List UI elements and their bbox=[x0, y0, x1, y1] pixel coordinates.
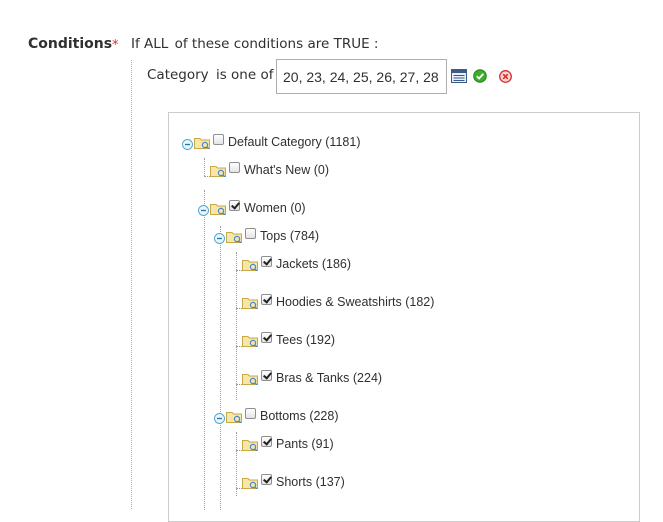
tree-node-label[interactable]: Bras & Tanks (224) bbox=[276, 371, 382, 385]
tree-line bbox=[236, 252, 237, 400]
folder-icon bbox=[226, 232, 242, 243]
folder-icon bbox=[242, 478, 258, 489]
collapse-toggle-icon[interactable] bbox=[214, 413, 225, 424]
tree-checkbox[interactable] bbox=[261, 474, 272, 485]
folder-icon bbox=[210, 166, 226, 177]
tree-node-label[interactable]: Default Category (1181) bbox=[228, 135, 360, 149]
tree-node-label[interactable]: Tops (784) bbox=[260, 229, 319, 243]
conditions-label: Conditions bbox=[28, 36, 113, 52]
tree-line bbox=[220, 226, 221, 510]
tree-line bbox=[236, 432, 237, 496]
condition-trail: : bbox=[373, 36, 379, 52]
collapse-toggle-icon[interactable] bbox=[214, 233, 225, 244]
folder-icon bbox=[242, 298, 258, 309]
condition-sentence: If ALL of these conditions are TRUE : bbox=[131, 36, 378, 52]
tree-checkbox[interactable] bbox=[229, 162, 240, 173]
category-value-input[interactable]: 20, 23, 24, 25, 26, 27, 28 bbox=[276, 59, 447, 94]
tree-checkbox[interactable] bbox=[261, 436, 272, 447]
conditions-guide-line bbox=[131, 60, 132, 509]
collapse-toggle-icon[interactable] bbox=[198, 205, 209, 216]
folder-icon bbox=[210, 204, 226, 215]
folder-icon bbox=[226, 412, 242, 423]
tree-node-label[interactable]: Tees (192) bbox=[276, 333, 335, 347]
condition-lead: If bbox=[131, 36, 140, 52]
folder-icon bbox=[242, 374, 258, 385]
tree-checkbox[interactable] bbox=[213, 134, 224, 145]
aggregator-select[interactable]: ALL bbox=[144, 36, 168, 52]
tree-node-label[interactable]: What's New (0) bbox=[244, 163, 329, 177]
tree-checkbox[interactable] bbox=[245, 408, 256, 419]
tree-checkbox[interactable] bbox=[261, 370, 272, 381]
tree-node-label[interactable]: Hoodies & Sweatshirts (182) bbox=[276, 295, 434, 309]
tree-checkbox[interactable] bbox=[261, 256, 272, 267]
tree-node-label[interactable]: Shorts (137) bbox=[276, 475, 345, 489]
folder-icon bbox=[194, 138, 210, 149]
tree-node-label[interactable]: Jackets (186) bbox=[276, 257, 351, 271]
rule-attribute[interactable]: Category bbox=[147, 67, 209, 83]
rule-operator[interactable]: is one of bbox=[216, 67, 274, 83]
tree-node-label[interactable]: Pants (91) bbox=[276, 437, 334, 451]
apply-check-icon[interactable] bbox=[473, 69, 487, 83]
required-mark: * bbox=[112, 38, 119, 53]
tree-checkbox[interactable] bbox=[261, 294, 272, 305]
remove-x-icon[interactable] bbox=[499, 70, 512, 83]
tree-checkbox[interactable] bbox=[261, 332, 272, 343]
folder-icon bbox=[242, 336, 258, 347]
category-tree-panel bbox=[168, 112, 640, 522]
tree-line bbox=[204, 190, 205, 510]
condition-middle: of these conditions are bbox=[174, 36, 330, 52]
value-select[interactable]: TRUE bbox=[334, 36, 370, 52]
chooser-icon[interactable] bbox=[451, 69, 467, 83]
rule-sentence: Category is one of bbox=[147, 67, 273, 83]
folder-icon bbox=[242, 260, 258, 271]
tree-line bbox=[204, 158, 205, 176]
tree-checkbox[interactable] bbox=[245, 228, 256, 239]
folder-icon bbox=[242, 440, 258, 451]
collapse-toggle-icon[interactable] bbox=[182, 139, 193, 150]
tree-checkbox[interactable] bbox=[229, 200, 240, 211]
tree-node-label[interactable]: Women (0) bbox=[244, 201, 306, 215]
tree-node-label[interactable]: Bottoms (228) bbox=[260, 409, 339, 423]
